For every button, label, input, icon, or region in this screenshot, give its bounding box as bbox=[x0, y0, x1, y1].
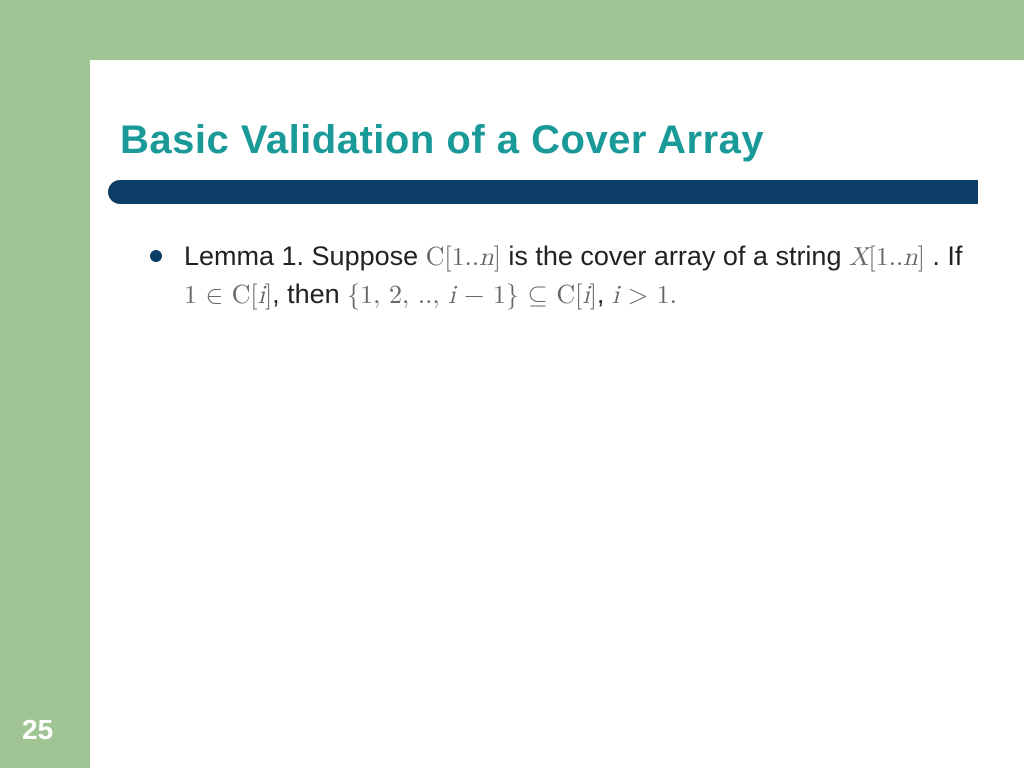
lemma-text: Lemma 1. Suppose C[1..n] is the cover ar… bbox=[184, 238, 980, 314]
lemma-mid1: is the cover array of a string bbox=[501, 241, 849, 271]
lemma-mid4: , bbox=[597, 279, 612, 309]
slide-body: Lemma 1. Suppose C[1..n] is the cover ar… bbox=[150, 238, 980, 314]
lemma-mid3: , then bbox=[272, 279, 347, 309]
bullet-icon bbox=[150, 250, 162, 262]
math-i-gt-1: i > 1. bbox=[612, 283, 677, 309]
lemma-lead: Lemma 1. Suppose bbox=[184, 241, 426, 271]
title-underline-bar bbox=[108, 180, 978, 204]
math-string: X[1..n] bbox=[849, 245, 925, 271]
math-cover-array: C[1..n] bbox=[426, 245, 501, 271]
slide-title: Basic Validation of a Cover Array bbox=[120, 118, 764, 163]
top-accent-strip bbox=[90, 0, 1024, 60]
page-number: 25 bbox=[22, 714, 53, 746]
lemma-mid2: . If bbox=[925, 241, 963, 271]
sidebar-accent bbox=[0, 0, 90, 768]
math-one-in-ci: 1 ∈ C[i] bbox=[184, 283, 272, 309]
slide-content: Basic Validation of a Cover Array Lemma … bbox=[90, 60, 1024, 768]
math-subset: {1, 2, .., i − 1} ⊆ C[i] bbox=[347, 283, 597, 309]
bullet-item: Lemma 1. Suppose C[1..n] is the cover ar… bbox=[150, 238, 980, 314]
